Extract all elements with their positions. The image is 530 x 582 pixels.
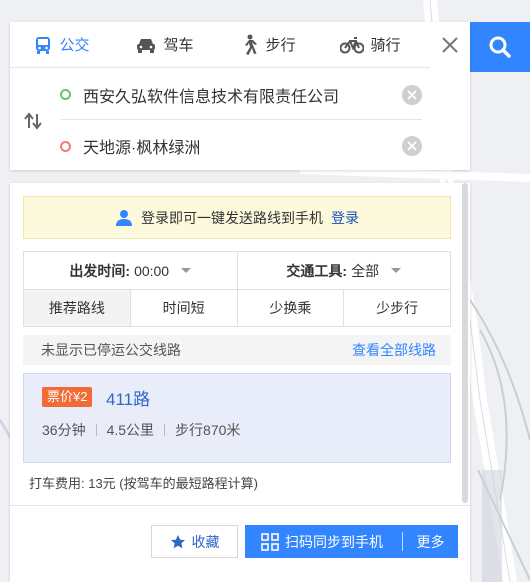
- tab-car-label: 驾车: [163, 37, 194, 54]
- taxi-fare-text: 打车费用: 13元 (按驾车的最短路程计算): [29, 476, 258, 491]
- more-button[interactable]: 更多: [403, 532, 458, 552]
- sync-label: 扫码同步到手机: [285, 533, 383, 550]
- departure-time-label: 出发时间:: [69, 262, 131, 279]
- user-icon: [116, 209, 132, 226]
- tab-bus-label: 公交: [59, 37, 90, 54]
- route-search-panel: 公交 驾车 步行 骑行 西安久弘软件信息技术有限责任公司 天地源·枫林绿洲: [10, 22, 470, 170]
- results-scrollbar[interactable]: [462, 183, 468, 503]
- sort-tab-fewest-transfers[interactable]: 少换乘: [236, 290, 344, 326]
- tab-walk-label: 步行: [265, 37, 296, 54]
- car-icon: [135, 36, 157, 54]
- tab-bike[interactable]: 骑行: [319, 22, 422, 68]
- divider: [10, 505, 470, 506]
- divider: [95, 424, 97, 436]
- login-prompt-bar: 登录即可一键发送路线到手机 登录: [23, 196, 451, 239]
- destination-text[interactable]: 天地源·枫林绿洲: [83, 134, 402, 158]
- chevron-down-icon: [181, 268, 192, 273]
- search-icon: [489, 36, 511, 58]
- origin-text[interactable]: 西安久弘软件信息技术有限责任公司: [83, 83, 402, 107]
- clear-origin-button[interactable]: [402, 84, 422, 105]
- route-duration: 36分钟: [42, 422, 86, 438]
- suspended-lines-notice: 未显示已停运公交线路 查看全部线路: [23, 335, 451, 365]
- swap-route-button[interactable]: [22, 110, 44, 132]
- sort-tab-recommended[interactable]: 推荐路线: [24, 290, 130, 326]
- divider: [164, 424, 166, 436]
- clear-icon: [407, 141, 417, 151]
- destination-field[interactable]: 天地源·枫林绿洲: [60, 121, 422, 171]
- tab-bus[interactable]: 公交: [10, 22, 113, 68]
- swap-icon: [24, 112, 42, 130]
- sort-tab-least-walking[interactable]: 少步行: [343, 290, 450, 326]
- route-distance: 4.5公里: [106, 422, 155, 438]
- tab-walk[interactable]: 步行: [216, 22, 319, 68]
- notice-text: 未显示已停运公交线路: [41, 342, 181, 358]
- login-link[interactable]: 登录: [331, 208, 359, 228]
- bike-icon: [340, 36, 365, 54]
- walk-icon: [239, 34, 259, 56]
- star-icon: [170, 534, 185, 548]
- favorite-label: 收藏: [191, 533, 220, 550]
- view-all-lines-link[interactable]: 查看全部线路: [352, 340, 436, 360]
- sync-to-phone-button[interactable]: 扫码同步到手机 更多: [245, 525, 458, 558]
- results-panel: 登录即可一键发送路线到手机 登录 出发时间: 00:00 交通工具: 全部 推荐…: [10, 183, 470, 582]
- destination-dot-icon: [60, 140, 71, 152]
- qr-code-icon: [261, 532, 279, 551]
- route-meta: 36分钟 4.5公里 步行870米: [42, 420, 240, 440]
- route-walk-distance: 步行870米: [175, 422, 241, 438]
- transport-mode-tabs: 公交 驾车 步行 骑行: [10, 22, 430, 68]
- vehicle-type-label: 交通工具:: [286, 262, 348, 279]
- clear-icon: [407, 89, 417, 100]
- departure-time-value: 00:00: [134, 262, 170, 279]
- vehicle-type-dropdown[interactable]: 交通工具: 全部: [236, 252, 451, 289]
- close-icon: [442, 37, 458, 53]
- login-prompt-text: 登录即可一键发送路线到手机: [141, 209, 323, 226]
- bus-icon: [33, 35, 53, 55]
- vehicle-type-value: 全部: [351, 262, 380, 279]
- chevron-down-icon: [391, 268, 402, 273]
- route-result-card[interactable]: 票价¥2 411路 36分钟 4.5公里 步行870米: [23, 373, 451, 463]
- origin-field[interactable]: 西安久弘软件信息技术有限责任公司: [60, 70, 422, 120]
- tab-car[interactable]: 驾车: [113, 22, 216, 68]
- departure-time-dropdown[interactable]: 出发时间: 00:00: [24, 252, 237, 289]
- clear-destination-button[interactable]: [402, 136, 422, 156]
- favorite-button[interactable]: 收藏: [151, 525, 238, 558]
- close-button[interactable]: [430, 22, 470, 68]
- origin-dot-icon: [60, 89, 71, 100]
- fare-badge: 票价¥2: [42, 387, 93, 407]
- filter-table: 出发时间: 00:00 交通工具: 全部 推荐路线 时间短 少换乘 少步行: [23, 251, 451, 327]
- sort-tab-shortest-time[interactable]: 时间短: [129, 290, 237, 326]
- bus-line-name[interactable]: 411路: [106, 385, 150, 410]
- search-button[interactable]: [470, 22, 530, 72]
- tab-bike-label: 骑行: [370, 37, 401, 54]
- scan-sync-button[interactable]: 扫码同步到手机: [245, 525, 402, 558]
